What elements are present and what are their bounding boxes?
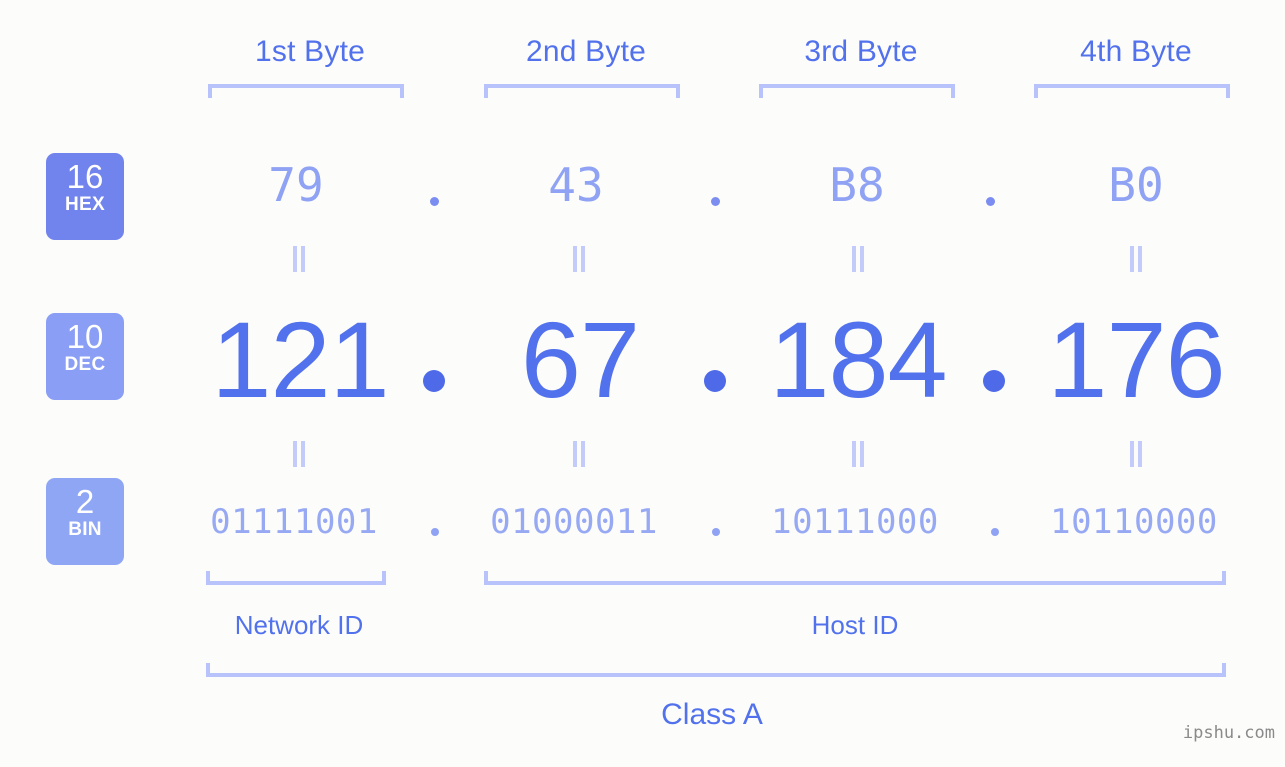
equals-connector-dec-bin-1 <box>292 441 306 467</box>
base-badge-bin: 2 BIN <box>46 478 124 565</box>
bin-separator-2 <box>712 528 720 536</box>
dec-separator-1 <box>423 370 445 392</box>
byte-header-1: 1st Byte <box>255 35 365 68</box>
host-id-bracket <box>484 571 1226 585</box>
bin-octet-1: 01111001 <box>210 502 378 542</box>
byte-bracket-3 <box>759 84 955 98</box>
class-bracket <box>206 663 1226 677</box>
dec-octet-3: 184 <box>769 299 947 420</box>
byte-bracket-1 <box>208 84 404 98</box>
hex-octet-1: 79 <box>268 158 324 212</box>
hex-octet-2: 43 <box>548 158 604 212</box>
dec-octet-2: 67 <box>520 299 640 420</box>
base-badge-dec-label: DEC <box>64 354 106 375</box>
dec-separator-2 <box>704 370 726 392</box>
equals-connector-hex-dec-4 <box>1129 246 1143 272</box>
base-badge-hex-number: 16 <box>66 158 104 195</box>
base-badge-dec-number: 10 <box>66 318 104 355</box>
byte-bracket-4 <box>1034 84 1230 98</box>
hex-octet-4: B0 <box>1108 158 1164 212</box>
base-badge-bin-number: 2 <box>75 483 95 520</box>
dec-separator-3 <box>983 370 1005 392</box>
host-id-label: Host ID <box>811 610 899 640</box>
hex-separator-2 <box>711 197 720 206</box>
equals-connector-dec-bin-4 <box>1129 441 1143 467</box>
equals-connector-dec-bin-3 <box>851 441 865 467</box>
byte-header-3: 3rd Byte <box>804 35 918 68</box>
equals-connector-hex-dec-1 <box>292 246 306 272</box>
hex-octet-3: B8 <box>829 158 885 212</box>
base-badge-hex: 16 HEX <box>46 153 124 240</box>
hex-separator-3 <box>986 197 995 206</box>
bin-octet-3: 10111000 <box>771 502 939 542</box>
network-id-bracket <box>206 571 386 585</box>
hex-separator-1 <box>430 197 439 206</box>
base-badge-hex-label: HEX <box>65 194 105 215</box>
class-label: Class A <box>661 698 763 731</box>
base-badge-bin-label: BIN <box>68 519 102 540</box>
bin-octet-2: 01000011 <box>490 502 658 542</box>
equals-connector-dec-bin-2 <box>572 441 586 467</box>
network-id-label: Network ID <box>234 610 364 640</box>
dec-octet-1: 121 <box>211 299 389 420</box>
equals-connector-hex-dec-2 <box>572 246 586 272</box>
equals-connector-hex-dec-3 <box>851 246 865 272</box>
base-badge-dec: 10 DEC <box>46 313 124 400</box>
bin-separator-3 <box>991 528 999 536</box>
bin-separator-1 <box>431 528 439 536</box>
dec-octet-4: 176 <box>1047 299 1225 420</box>
ip-address-diagram: 1st Byte 2nd Byte 3rd Byte 4th Byte 16 H… <box>0 0 1285 767</box>
byte-header-2: 2nd Byte <box>525 35 647 68</box>
byte-bracket-2 <box>484 84 680 98</box>
byte-header-4: 4th Byte <box>1080 35 1192 68</box>
bin-octet-4: 10110000 <box>1050 502 1218 542</box>
watermark: ipshu.com <box>1182 723 1275 743</box>
